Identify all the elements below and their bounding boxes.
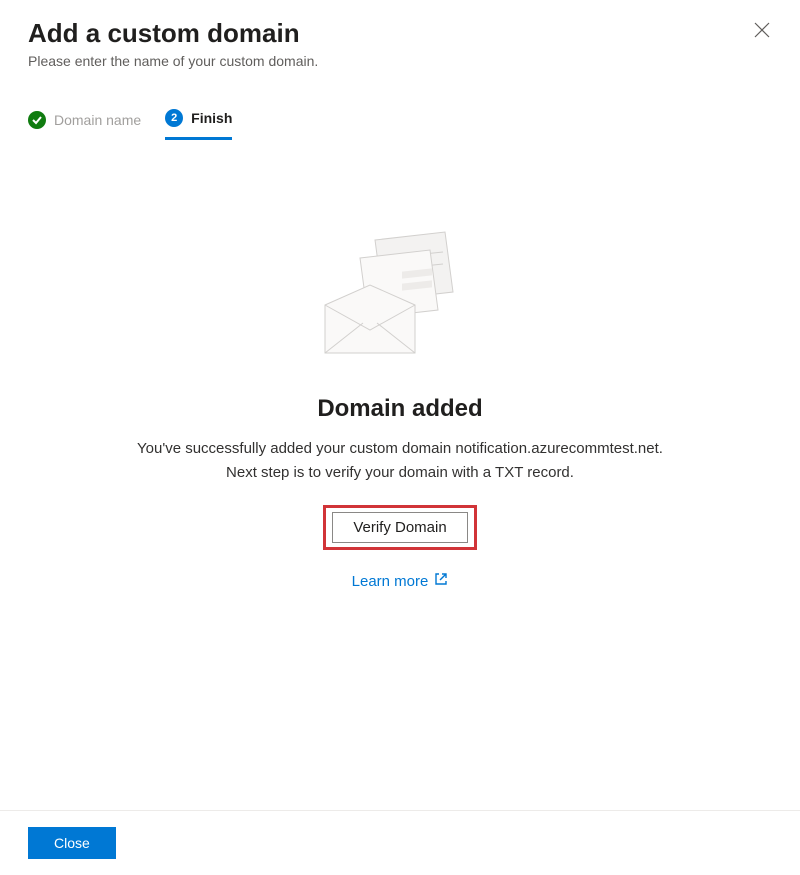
verify-highlight: Verify Domain	[323, 505, 476, 550]
close-button[interactable]: Close	[28, 827, 116, 859]
envelope-illustration-icon	[315, 230, 485, 365]
close-icon[interactable]	[754, 22, 770, 43]
step-finish[interactable]: 2 Finish	[165, 109, 232, 140]
step-domain-name[interactable]: Domain name	[28, 111, 141, 139]
description-line2: Next step is to verify your domain with …	[226, 464, 574, 481]
page-title: Add a custom domain	[28, 18, 772, 49]
description-line1: You've successfully added your custom do…	[137, 440, 663, 457]
external-link-icon	[434, 572, 448, 590]
learn-more-label: Learn more	[352, 573, 429, 590]
success-description: You've successfully added your custom do…	[40, 437, 760, 485]
step-label: Domain name	[54, 112, 141, 128]
step-number-badge: 2	[165, 109, 183, 127]
learn-more-link[interactable]: Learn more	[352, 572, 449, 590]
footer: Close	[0, 810, 800, 875]
verify-domain-button[interactable]: Verify Domain	[332, 512, 467, 543]
checkmark-icon	[28, 111, 46, 129]
page-subtitle: Please enter the name of your custom dom…	[28, 53, 772, 69]
step-label: Finish	[191, 110, 232, 126]
wizard-steps: Domain name 2 Finish	[0, 79, 800, 140]
success-heading: Domain added	[40, 395, 760, 423]
